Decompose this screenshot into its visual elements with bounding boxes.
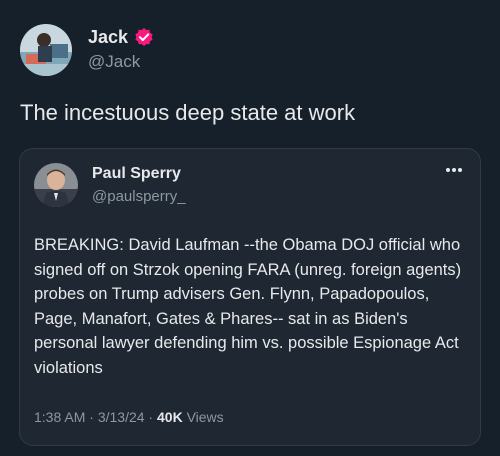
tweet-header: Jack @Jack	[20, 24, 154, 76]
author-handle[interactable]: @Jack	[88, 50, 154, 74]
meta-separator: ·	[85, 409, 98, 425]
quoted-tweet[interactable]: Paul Sperry @paulsperry_ BREAKING: David…	[19, 148, 481, 446]
quoted-date[interactable]: 3/13/24	[98, 409, 145, 425]
author-name-row: Jack	[88, 26, 154, 48]
quoted-time[interactable]: 1:38 AM	[34, 409, 85, 425]
tweet-text: The incestuous deep state at work	[20, 100, 356, 125]
author-display-name[interactable]: Jack	[88, 26, 128, 48]
quoted-meta: 1:38 AM · 3/13/24 · 40K Views	[34, 409, 224, 425]
meta-separator: ·	[144, 409, 157, 425]
profile-photo-icon	[34, 163, 78, 207]
more-dots-icon[interactable]	[442, 163, 466, 177]
author-avatar[interactable]	[20, 24, 72, 76]
quoted-header: Paul Sperry @paulsperry_	[34, 163, 186, 207]
quoted-handle[interactable]: @paulsperry_	[92, 187, 186, 207]
tweet: Jack @Jack The incestuous deep state at …	[0, 0, 500, 456]
quoted-avatar[interactable]	[34, 163, 78, 207]
views-label: Views	[182, 409, 224, 425]
quoted-display-name[interactable]: Paul Sperry	[92, 164, 186, 184]
author-names: Jack @Jack	[88, 26, 154, 74]
profile-photo-icon	[20, 24, 72, 76]
verified-badge-icon	[134, 27, 154, 47]
views-count: 40K	[157, 409, 183, 425]
quoted-names: Paul Sperry @paulsperry_	[92, 164, 186, 207]
quoted-text: BREAKING: David Laufman --the Obama DOJ …	[34, 236, 462, 377]
